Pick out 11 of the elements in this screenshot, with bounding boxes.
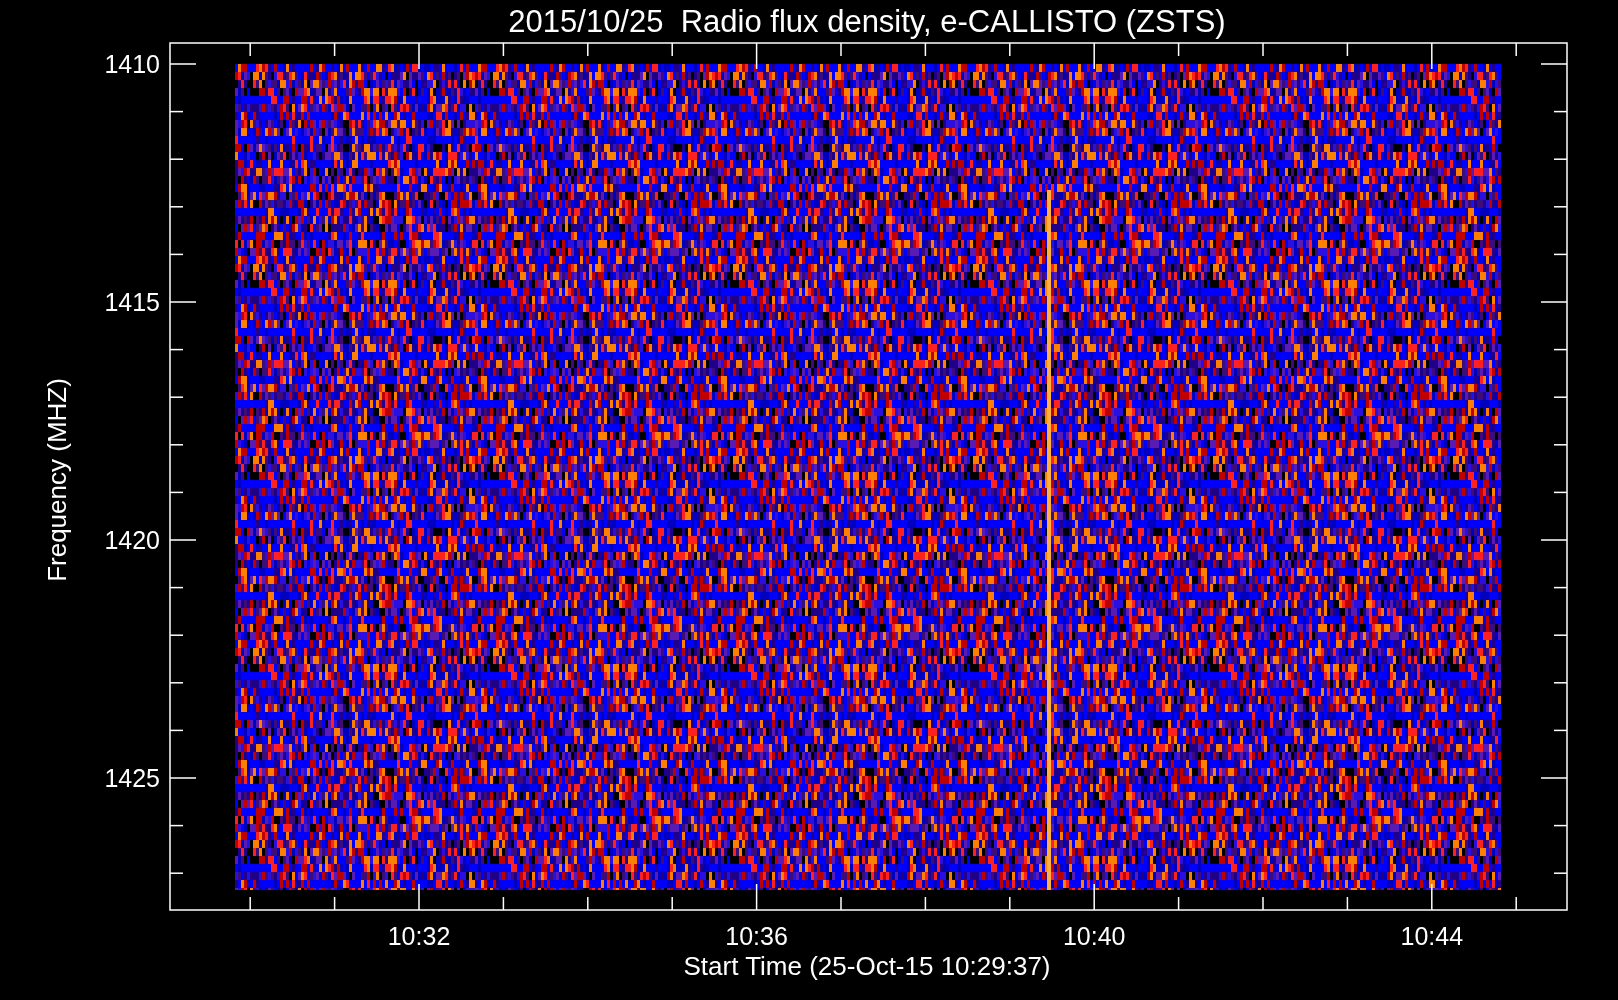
- axis-tick-label: 1410: [104, 50, 160, 78]
- axis-title: Frequency (MHZ): [42, 378, 72, 582]
- chart-title: 2015/10/25 Radio flux density, e-CALLISTO (ZSTS): [508, 4, 1226, 39]
- axis-tick-label: 1425: [104, 764, 160, 792]
- axis-tick-label: 10:40: [1062, 922, 1126, 950]
- axis-tick-label: 10:36: [725, 922, 788, 950]
- axis-tick-label: 10:44: [1400, 922, 1464, 950]
- axis-tick-label: 1420: [104, 526, 160, 554]
- axis-tick-label: 10:32: [387, 922, 451, 950]
- axis-title: Start Time (25-Oct-15 10:29:37): [683, 951, 1051, 981]
- axis-tick-label: 1415: [104, 288, 160, 316]
